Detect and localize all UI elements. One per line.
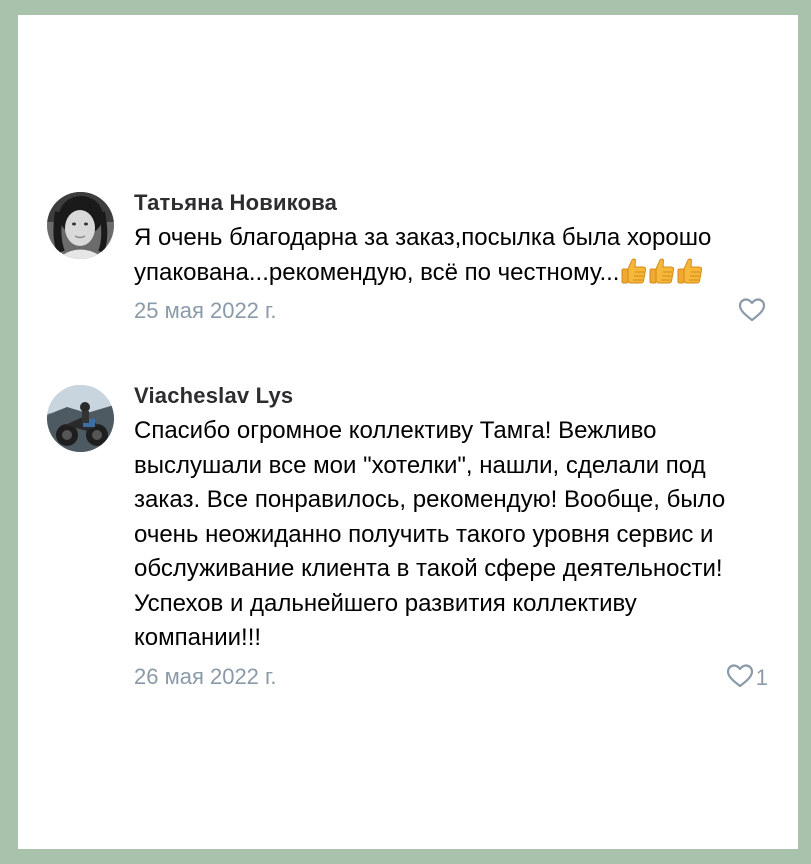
- avatar[interactable]: [47, 385, 114, 452]
- comment-body: Татьяна Новикова Я очень благодарна за з…: [134, 187, 768, 328]
- comment-meta: 25 мая 2022 г.: [134, 294, 768, 328]
- comment-author[interactable]: Татьяна Новикова: [134, 187, 768, 219]
- thumbs-up-icon: [621, 257, 647, 285]
- like-button[interactable]: 1: [726, 663, 768, 694]
- comment-meta: 26 мая 2022 г. 1: [134, 660, 768, 694]
- comment-text: Спасибо огромное коллективу Тамга! Вежли…: [134, 417, 726, 651]
- heart-icon: [738, 297, 766, 328]
- comment-date[interactable]: 26 мая 2022 г.: [134, 664, 276, 689]
- like-count: 1: [755, 665, 768, 690]
- comment-author[interactable]: Viacheslav Lys: [134, 380, 768, 412]
- thumbs-up-icon: [649, 257, 675, 285]
- comment-body: Viacheslav Lys Спасибо огромное коллекти…: [134, 380, 768, 694]
- thumbs-up-icon: [677, 257, 703, 285]
- comment-text: Я очень благодарна за заказ,посылка была…: [134, 221, 768, 290]
- like-button[interactable]: [738, 297, 768, 328]
- comment-date[interactable]: 25 мая 2022 г.: [134, 298, 276, 323]
- avatar[interactable]: [47, 192, 114, 259]
- heart-icon: [726, 663, 754, 694]
- comments-panel: Татьяна Новикова Я очень благодарна за з…: [18, 15, 798, 849]
